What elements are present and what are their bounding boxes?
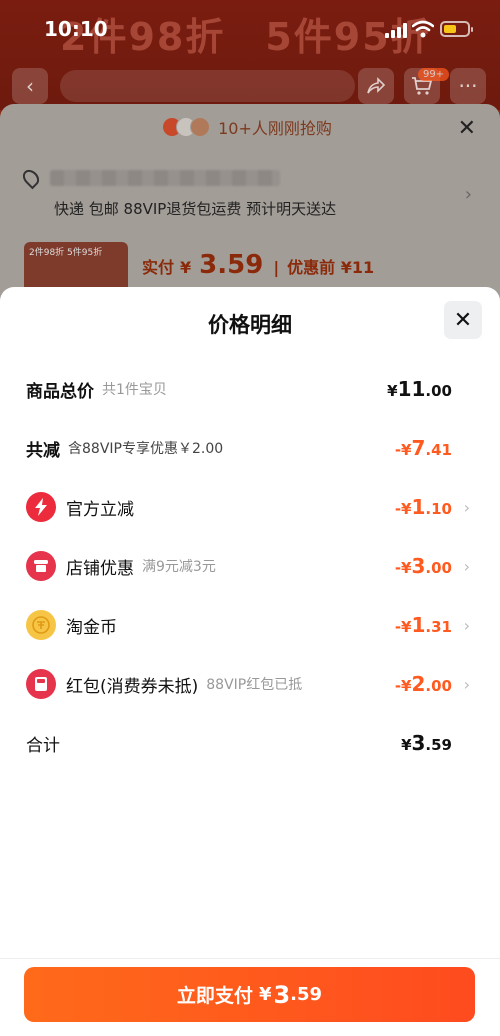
amount-int: 3	[411, 554, 426, 578]
close-button[interactable]: ✕	[444, 301, 482, 339]
row-shop-discount[interactable]: 店铺优惠 满9元减3元 -¥3.00 ›	[26, 551, 476, 581]
row-taobao-coins[interactable]: 淘金币 -¥1.31 ›	[26, 610, 476, 640]
location-icon	[19, 166, 43, 190]
sheet-title: 价格明细	[208, 313, 292, 337]
wifi-icon	[412, 20, 434, 38]
delivery-info: 快递 包邮 88VIP退货包运费 预计明天送达	[54, 200, 337, 218]
close-icon: ✕	[453, 307, 473, 333]
row-sub: 满9元减3元	[142, 559, 216, 575]
pay-button-label: 立即支付	[176, 985, 253, 1007]
share-arrow-icon	[367, 77, 386, 94]
address-row	[19, 166, 280, 190]
share-icon[interactable]	[358, 68, 394, 104]
row-total-discount: 共减 含88VIP专享优惠￥2.00 -¥7.41	[26, 433, 476, 463]
row-sub: 88VIP红包已抵	[206, 677, 303, 693]
row-sub: 共1件宝贝	[102, 382, 167, 398]
pay-button-amount-int: 3	[273, 980, 291, 1009]
avatar-group	[162, 117, 211, 137]
currency: -¥	[394, 441, 412, 459]
row-label: 商品总价	[26, 381, 94, 402]
row-total-goods-price: 商品总价 共1件宝贝 ¥11.00	[26, 374, 476, 404]
cellular-signal-icon	[385, 22, 407, 38]
recent-buyers-header: 10+人刚刚抢购	[0, 104, 500, 150]
row-label: 官方立减	[66, 499, 134, 520]
status-time: 10:10	[44, 17, 108, 41]
price-detail-sheet: 价格明细 ✕ 商品总价 共1件宝贝 ¥11.00 共减 含88VIP专享优惠￥2…	[0, 287, 500, 1036]
lightning-icon	[26, 492, 56, 522]
row-label: 店铺优惠	[66, 558, 134, 579]
pay-button-amount-dec: .59	[290, 984, 323, 1005]
chevron-right-icon: ›	[463, 497, 470, 517]
currency: ¥	[401, 736, 412, 754]
battery-icon	[440, 21, 473, 37]
currency: -¥	[394, 500, 412, 518]
row-label: 合计	[26, 735, 60, 756]
price-label: 实付	[142, 258, 175, 277]
row-official-discount[interactable]: 官方立减 -¥1.10 ›	[26, 492, 476, 522]
row-label: 红包(消费券未抵)	[66, 676, 199, 697]
row-red-packet[interactable]: 红包(消费券未抵) 88VIP红包已抵 -¥2.00 ›	[26, 669, 476, 699]
amount-dec: .41	[425, 441, 452, 459]
currency: ¥	[387, 382, 398, 400]
pay-button-currency: ¥	[258, 984, 272, 1005]
row-amount: -¥7.41	[395, 436, 452, 460]
price-separator: |	[273, 258, 280, 277]
row-amount: -¥2.00	[395, 672, 452, 696]
amount-dec: .59	[425, 736, 452, 754]
search-bar[interactable]	[60, 70, 355, 102]
cart-badge: 99+	[418, 68, 450, 81]
amount-int: 1	[411, 495, 426, 519]
row-amount: -¥3.00	[395, 554, 452, 578]
pay-now-button[interactable]: 立即支付 ¥ 3 .59	[24, 967, 475, 1022]
amount-int: 11	[397, 377, 426, 401]
currency: -¥	[394, 618, 412, 636]
amount-dec: .00	[425, 677, 452, 695]
footer-divider	[0, 958, 500, 959]
amount-dec: .10	[425, 500, 452, 518]
amount-int: 1	[411, 613, 426, 637]
gold-coin-icon	[26, 610, 56, 640]
thumbnail-promo-label: 2件98折 5件95折	[29, 248, 103, 258]
row-label: 共减	[26, 440, 60, 461]
avatar	[190, 117, 211, 137]
amount-int: 7	[411, 436, 426, 460]
background-close-icon: ✕	[457, 116, 476, 141]
currency: -¥	[394, 559, 412, 577]
amount-int: 3	[411, 731, 426, 755]
recent-buyers-text: 10+人刚刚抢购	[218, 119, 332, 138]
shop-icon	[26, 551, 56, 581]
row-amount: -¥1.10	[395, 495, 452, 519]
amount-dec: .00	[425, 382, 452, 400]
background-price-line: 实付 ¥ 3.59 | 优惠前 ¥11	[142, 250, 374, 280]
currency: -¥	[394, 677, 412, 695]
row-sub: 含88VIP专享优惠￥2.00	[68, 441, 224, 457]
nav-bar: ‹ 99+ ···	[0, 68, 500, 108]
price-amount: 3.59	[199, 250, 264, 280]
price-currency: ¥	[180, 258, 192, 277]
address-blurred	[50, 170, 280, 186]
amount-dec: .00	[425, 559, 452, 577]
more-icon[interactable]: ···	[450, 68, 486, 104]
row-amount: ¥3.59	[401, 731, 452, 755]
row-amount: ¥11.00	[387, 377, 452, 401]
status-bar: 10:10	[0, 0, 500, 60]
row-amount: -¥1.31	[395, 613, 452, 637]
row-label: 淘金币	[66, 617, 117, 638]
amount-dec: .31	[425, 618, 452, 636]
original-price: 优惠前 ¥11	[287, 258, 375, 277]
chevron-right-icon: ›	[463, 615, 470, 635]
back-icon[interactable]: ‹	[12, 68, 48, 104]
row-grand-total: 合计 ¥3.59	[26, 728, 476, 758]
chevron-right-icon: ›	[463, 556, 470, 576]
amount-int: 2	[411, 672, 426, 696]
address-chevron-icon: ›	[464, 184, 472, 205]
red-packet-icon	[26, 669, 56, 699]
chevron-right-icon: ›	[463, 674, 470, 694]
